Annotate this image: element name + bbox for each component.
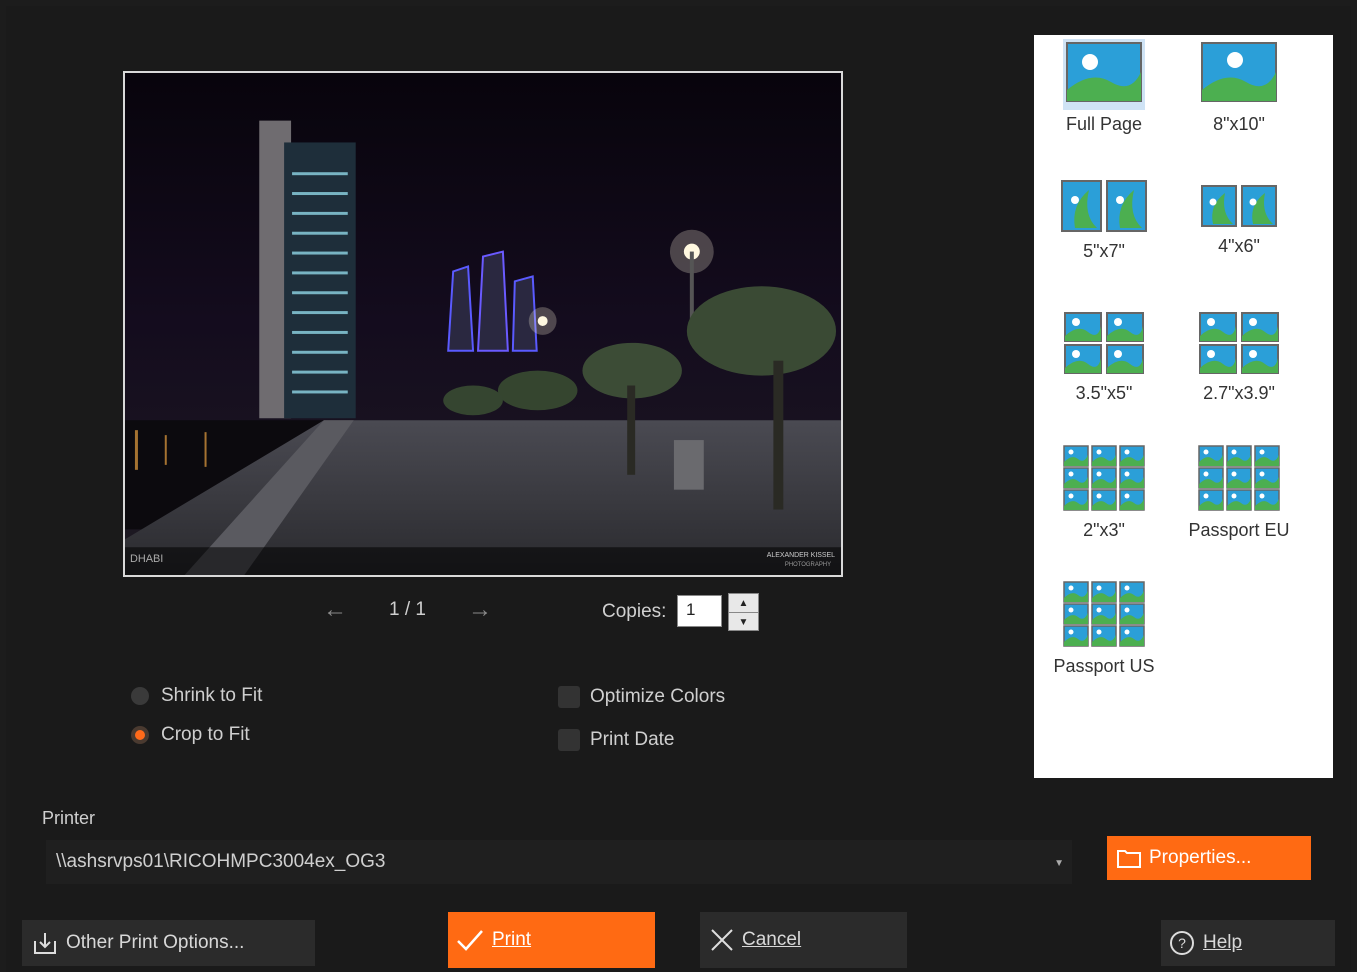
size-label: 3.5"x5" — [1075, 383, 1133, 403]
properties-button[interactable]: Properties... — [1107, 836, 1311, 880]
watermark-left: DHABI — [130, 553, 163, 565]
size-label: 8"x10" — [1213, 114, 1265, 134]
checkbox-icon[interactable] — [558, 686, 580, 708]
4x6-layout-icon — [1201, 185, 1277, 232]
size-option-3-5x5[interactable]: 3.5"x5" — [1034, 312, 1174, 404]
next-page-arrow-icon[interactable]: → — [468, 596, 492, 624]
size-option-passport-eu[interactable]: Passport EU — [1169, 445, 1309, 541]
copies-input[interactable]: 1 — [677, 595, 722, 627]
checkmark-icon — [457, 930, 483, 951]
print-button[interactable]: Print — [448, 912, 655, 968]
chevron-down-icon[interactable]: ▼ — [1054, 858, 1064, 869]
size-label: 5"x7" — [1083, 241, 1125, 261]
size-option-4x6[interactable]: 4"x6" — [1169, 185, 1309, 257]
copies-stepper[interactable]: ▲ ▼ — [728, 593, 759, 631]
3-5x5-layout-icon — [1064, 312, 1144, 379]
watermark-right: ALEXANDER KISSEL — [767, 552, 835, 559]
checkbox-icon[interactable] — [558, 729, 580, 751]
radio-icon[interactable] — [131, 687, 149, 705]
printer-value: \\ashsrvps01\RICOHMPC3004ex_OG3 — [56, 851, 386, 872]
export-icon — [34, 933, 56, 954]
optimize-colors-label: Optimize Colors — [590, 686, 726, 707]
optimize-colors-checkbox[interactable]: Optimize Colors — [558, 686, 725, 708]
print-preview-image: DHABI ALEXANDER KISSEL PHOTOGRAPHY — [123, 71, 843, 577]
cancel-button[interactable]: Cancel — [700, 912, 907, 968]
size-label: Passport EU — [1188, 520, 1290, 540]
stepper-down-icon[interactable]: ▼ — [729, 613, 758, 631]
print-label: Print — [492, 929, 532, 950]
svg-text:?: ? — [1178, 935, 1186, 951]
crop-to-fit-label: Crop to Fit — [161, 724, 250, 745]
shrink-to-fit-label: Shrink to Fit — [161, 685, 263, 706]
5x7-layout-icon — [1061, 180, 1147, 237]
size-label: 4"x6" — [1218, 236, 1260, 256]
size-label: Passport US — [1053, 656, 1155, 676]
size-option-5x7[interactable]: 5"x7" — [1034, 180, 1174, 262]
print-date-label: Print Date — [590, 729, 675, 750]
size-option-8x10[interactable]: 8"x10" — [1169, 39, 1309, 135]
properties-label: Properties... — [1149, 847, 1252, 868]
full-page-layout-icon — [1063, 39, 1145, 110]
shrink-to-fit-radio[interactable]: Shrink to Fit — [131, 685, 262, 707]
folder-icon — [1117, 850, 1141, 868]
size-option-passport-us[interactable]: Passport US — [1034, 581, 1174, 677]
help-icon: ? — [1170, 931, 1194, 955]
size-option-2-7x3-9[interactable]: 2.7"x3.9" — [1169, 312, 1309, 404]
size-option-2x3[interactable]: 2"x3" — [1034, 445, 1174, 541]
size-label: 2"x3" — [1083, 520, 1125, 540]
help-button[interactable]: ? Help — [1161, 920, 1335, 966]
radio-selected-icon[interactable] — [131, 726, 149, 744]
size-option-full-page[interactable]: Full Page — [1034, 39, 1174, 135]
passport-eu-layout-icon — [1198, 445, 1280, 516]
stepper-up-icon[interactable]: ▲ — [729, 594, 758, 613]
size-label: Full Page — [1065, 114, 1143, 134]
size-label: 2.7"x3.9" — [1203, 383, 1275, 403]
crop-to-fit-radio[interactable]: Crop to Fit — [131, 724, 250, 746]
previous-page-arrow-icon[interactable]: ← — [323, 596, 347, 624]
cancel-label: Cancel — [742, 929, 802, 950]
help-label: Help — [1203, 932, 1243, 953]
printer-select[interactable]: \\ashsrvps01\RICOHMPC3004ex_OG3 ▼ — [46, 840, 1072, 884]
copies-label: Copies: — [602, 601, 667, 622]
2-7x3-9-layout-icon — [1199, 312, 1279, 379]
passport-us-layout-icon — [1063, 581, 1145, 652]
page-indicator: 1 / 1 — [389, 599, 426, 620]
2x3-layout-icon — [1063, 445, 1145, 516]
print-date-checkbox[interactable]: Print Date — [558, 729, 674, 751]
8x10-layout-icon — [1198, 39, 1280, 110]
other-print-options-button[interactable]: Other Print Options... — [22, 920, 315, 966]
watermark-right-sub: PHOTOGRAPHY — [785, 562, 831, 568]
print-size-panel: Full Page 8"x10" 5"x7" 4"x6" 3.5"x5" 2.7… — [1034, 35, 1333, 778]
close-icon — [711, 929, 733, 951]
other-print-options-label: Other Print Options... — [66, 932, 245, 953]
printer-label: Printer — [42, 808, 96, 828]
